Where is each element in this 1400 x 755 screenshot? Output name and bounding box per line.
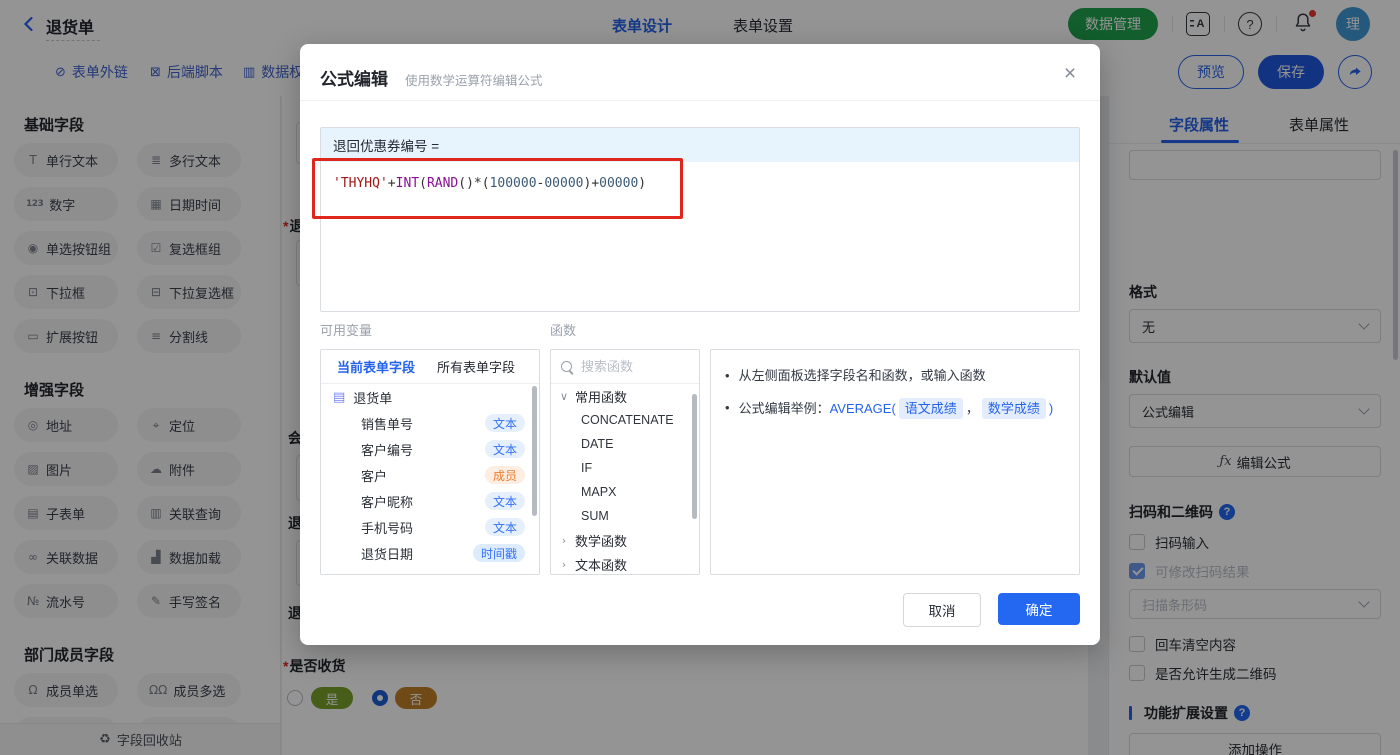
field-type-badge: 文本 <box>484 492 525 510</box>
formula-token: + <box>591 176 600 191</box>
variable-name: 销售单号 <box>361 416 414 432</box>
divider <box>300 100 1100 101</box>
variables-label: 可用变量 <box>320 323 373 338</box>
field-type-badge: 文本 <box>484 518 525 536</box>
formula-token: 'THYHQ' <box>333 176 388 191</box>
function-group-label: 文本函数 <box>575 557 628 573</box>
chevron-collapsed-icon: › <box>561 533 567 547</box>
formula-token: ) <box>638 176 647 191</box>
example-chip: 语文成绩 <box>898 398 963 419</box>
formula-editor: 退回优惠券编号 = 'THYHQ'+INT(RAND()*(100000-000… <box>320 127 1080 312</box>
variable-root-label: 退货单 <box>353 390 393 406</box>
form-doc-icon: ▤ <box>333 389 346 405</box>
help-line-1: • 从左侧面板选择字段名和函数，或输入函数 <box>725 368 986 383</box>
field-type-badge: 成员 <box>484 466 525 484</box>
variable-row[interactable]: 客户编号 文本 <box>321 436 539 462</box>
formula-token: 00000 <box>599 176 639 191</box>
formula-token: INT <box>395 176 420 191</box>
function-group-row[interactable]: › 文本函数 <box>551 552 699 574</box>
modal-title: 公式编辑 <box>320 70 388 89</box>
function-search[interactable] <box>551 350 699 384</box>
function-item[interactable]: MAPX <box>551 480 699 504</box>
field-type-badge: 时间戳 <box>472 544 525 562</box>
modal-subtitle: 使用数学运算符编辑公式 <box>405 74 543 88</box>
variable-name: 客户昵称 <box>361 494 414 510</box>
confirm-button[interactable]: 确定 <box>998 593 1080 625</box>
variable-row[interactable]: 销售单号 文本 <box>321 410 539 436</box>
variable-name: 手机号码 <box>361 520 414 536</box>
chevron-expanded-icon: ∨ <box>559 389 569 403</box>
field-type-badge: 文本 <box>484 414 525 432</box>
field-type-badge: 文本 <box>484 440 525 458</box>
function-group-row[interactable]: › 数学函数 <box>551 528 699 552</box>
tab-current-form-fields[interactable]: 当前表单字段 <box>337 357 415 376</box>
variable-row[interactable]: 手机号码 文本 <box>321 514 539 540</box>
variable-row[interactable]: 客户昵称 文本 <box>321 488 539 514</box>
function-group-label: 数学函数 <box>575 533 628 549</box>
function-item[interactable]: DATE <box>551 432 699 456</box>
variable-row[interactable]: 客户 成员 <box>321 462 539 488</box>
formula-token: ( <box>419 176 427 191</box>
formula-token: 00000 <box>544 176 584 191</box>
help-line-2: • 公式编辑举例：AVERAGE(语文成绩，数学成绩) <box>725 398 1065 419</box>
chevron-collapsed-icon: › <box>561 557 567 571</box>
function-group-row[interactable]: ∨ 常用函数 <box>551 384 699 408</box>
close-icon[interactable]: × <box>1056 60 1084 88</box>
function-item[interactable]: CONCATENATE <box>551 408 699 432</box>
variables-scrollbar[interactable] <box>532 386 537 516</box>
formula-edit-modal: 公式编辑 使用数学运算符编辑公式 × 退回优惠券编号 = 'THYHQ'+INT… <box>300 44 1100 645</box>
example-chip: 数学成绩 <box>981 398 1046 419</box>
tab-all-form-fields[interactable]: 所有表单字段 <box>437 357 515 376</box>
variable-root-row[interactable]: ▤ 退货单 <box>321 384 539 410</box>
function-item[interactable]: IF <box>551 456 699 480</box>
formula-target-field: 退回优惠券编号 = <box>321 128 1079 162</box>
function-item[interactable]: SUM <box>551 504 699 528</box>
functions-label: 函数 <box>550 323 577 338</box>
variable-name: 客户 <box>361 468 388 484</box>
function-search-input[interactable] <box>579 358 683 375</box>
function-group-label: 常用函数 <box>575 389 628 405</box>
search-icon <box>561 361 572 372</box>
app-root: 退货单 表单设计 表单设置 数据管理 A ? 理 ⊘ 表单外链 ⊠ 后端脚本 ▥ 数据权 … <box>0 0 1400 755</box>
functions-scrollbar[interactable] <box>692 394 697 519</box>
formula-token: ()*( <box>458 176 490 191</box>
formula-code-input[interactable]: 'THYHQ'+INT(RAND()*(100000-00000)+00000) <box>333 176 1079 191</box>
functions-panel: ∨ 常用函数 CONCATENATEDATEIFMAPXSUM › 数学函数 › 文本函数 <box>550 349 700 575</box>
variables-panel: 当前表单字段 所有表单字段 ▤ 退货单 销售单号 文本 客户编号 文本 客户 成员 客户昵称 文本… <box>320 349 540 575</box>
variable-row[interactable]: 退货日期 时间戳 <box>321 540 539 566</box>
formula-token: + <box>387 176 396 191</box>
formula-token: RAND <box>426 176 459 191</box>
variable-name: 退货日期 <box>361 546 414 562</box>
formula-token: 100000 <box>489 176 537 191</box>
variable-name: 客户编号 <box>361 442 414 458</box>
formula-help-panel: • 从左侧面板选择字段名和函数，或输入函数 • 公式编辑举例：AVERAGE(语文… <box>710 349 1080 575</box>
cancel-button[interactable]: 取消 <box>903 593 981 627</box>
